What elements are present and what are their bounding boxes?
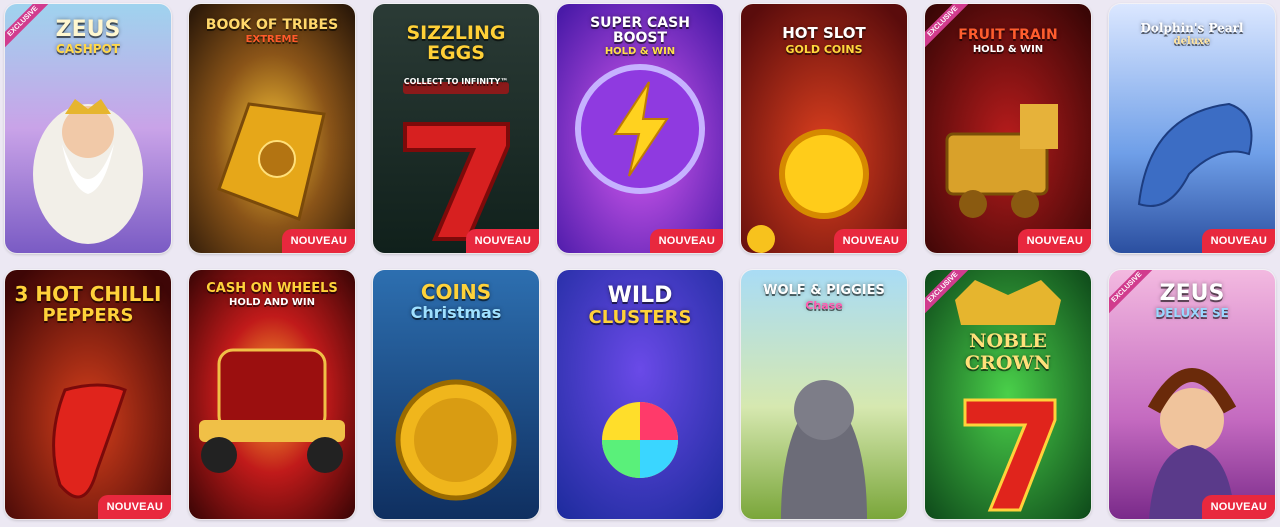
game-title: SIZZLING EGGS (406, 22, 506, 64)
game-subtitle: HOLD & WIN (604, 46, 676, 58)
game-subtitle: deluxe (1173, 35, 1211, 47)
game-title: HOT SLOT (782, 24, 866, 42)
game-title: ZEUS (1159, 281, 1225, 306)
game-tile-zeus-cashpot[interactable]: ZEUS CASHPOT EXCLUSIVE (5, 4, 171, 253)
game-subtitle: Chase (805, 298, 843, 312)
game-tile-book-of-tribes[interactable]: BOOK OF TRIBES EXTREME NOUVEAU (189, 4, 355, 253)
game-subtitle: GOLD COINS (785, 42, 863, 56)
game-tile-super-cash-boost[interactable]: SUPER CASH BOOST HOLD & WIN NOUVEAU (557, 4, 723, 253)
game-tile-wild-clusters[interactable]: WILD CLUSTERS (557, 270, 723, 519)
game-title: WILD (607, 283, 673, 308)
game-subtitle: CROWN (964, 351, 1052, 374)
new-badge: NOUVEAU (1017, 229, 1091, 253)
game-tile-noble-crown[interactable]: NOBLE CROWN EXCLUSIVE (925, 270, 1091, 519)
game-thumbnail (925, 270, 1091, 519)
game-tile-fruit-train[interactable]: FRUIT TRAIN HOLD & WIN EXCLUSIVE NOUVEAU (925, 4, 1091, 253)
new-badge: NOUVEAU (833, 229, 907, 253)
game-subtitle: Christmas (410, 303, 502, 322)
game-title: Dolphin's Pearl (1140, 21, 1244, 35)
game-subtitle: COLLECT TO INFINITY™ (403, 76, 509, 86)
game-title: CASH ON WHEELS (206, 281, 338, 296)
game-tile-sizzling-eggs[interactable]: SIZZLING EGGS COLLECT TO INFINITY™ NOUVE… (373, 4, 539, 253)
new-badge: NOUVEAU (281, 229, 355, 253)
game-title: BOOK OF TRIBES (205, 17, 339, 33)
game-tile-wolf-piggies-chase[interactable]: WOLF & PIGGIES Chase (741, 270, 907, 519)
game-subtitle: HOLD & WIN (972, 43, 1044, 55)
game-tile-zeus-deluxe-se[interactable]: ZEUS DELUXE SE EXCLUSIVE NOUVEAU (1109, 270, 1275, 519)
new-badge: NOUVEAU (97, 495, 171, 519)
game-tile-3-hot-chilli-peppers[interactable]: 3 HOT CHILLI PEPPERS NOUVEAU (5, 270, 171, 519)
game-subtitle: CASHPOT (56, 42, 120, 57)
game-tile-dolphins-pearl[interactable]: Dolphin's Pearl deluxe NOUVEAU (1109, 4, 1275, 253)
game-grid: ZEUS CASHPOT EXCLUSIVE BOOK OF TRIBES EX… (0, 0, 1280, 519)
new-badge: NOUVEAU (649, 229, 723, 253)
game-tile-hot-slot-gold-coins[interactable]: HOT SLOT GOLD COINS NOUVEAU (741, 4, 907, 253)
game-title: FRUIT TRAIN (958, 27, 1058, 43)
game-subtitle: HOLD AND WIN (228, 296, 316, 308)
game-title: WOLF & PIGGIES (763, 283, 885, 298)
new-badge: NOUVEAU (465, 229, 539, 253)
game-subtitle: CLUSTERS (588, 307, 692, 329)
game-title: SUPER CASH BOOST (590, 15, 690, 46)
game-subtitle: EXTREME (245, 33, 299, 45)
game-title: 3 HOT CHILLI (14, 282, 162, 306)
game-tile-coins-of-christmas[interactable]: COINS Christmas (373, 270, 539, 519)
game-title: COINS (420, 280, 492, 304)
game-tile-cash-on-wheels[interactable]: CASH ON WHEELS HOLD AND WIN (189, 270, 355, 519)
game-subtitle: PEPPERS (42, 305, 134, 326)
new-badge: NOUVEAU (1201, 495, 1275, 519)
new-badge: NOUVEAU (1201, 229, 1275, 253)
game-subtitle: DELUXE SE (1155, 306, 1229, 321)
game-title: ZEUS (55, 17, 121, 42)
game-title: NOBLE (969, 330, 1047, 352)
